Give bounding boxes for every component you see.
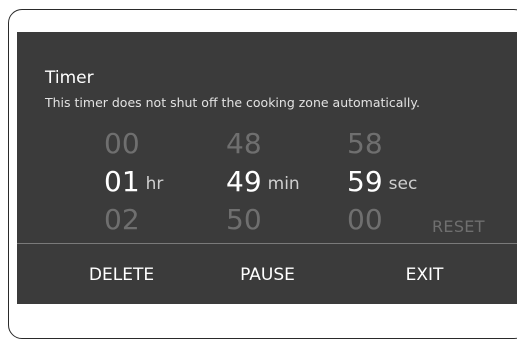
minutes-current: 49 min — [226, 166, 300, 200]
seconds-value: 59 — [347, 165, 383, 198]
hours-picker[interactable]: 00 01 hr 02 — [104, 128, 214, 240]
minutes-next-value[interactable]: 50 — [226, 204, 262, 236]
timer-description: This timer does not shut off the cooking… — [45, 95, 420, 110]
timer-screen: Timer This timer does not shut off the c… — [17, 32, 517, 304]
seconds-next-value[interactable]: 00 — [347, 204, 383, 236]
pause-button[interactable]: PAUSE — [205, 255, 330, 295]
hours-unit: hr — [145, 174, 164, 194]
exit-button[interactable]: EXIT — [362, 255, 487, 295]
hours-value: 01 — [104, 165, 140, 198]
hours-prev-value[interactable]: 00 — [104, 128, 140, 160]
minutes-picker[interactable]: 48 49 min 50 — [226, 128, 336, 240]
page-title: Timer — [45, 68, 94, 88]
hours-current: 01 hr — [104, 166, 163, 200]
seconds-current: 59 sec — [347, 166, 417, 200]
minutes-prev-value[interactable]: 48 — [226, 128, 262, 160]
hours-next-value[interactable]: 02 — [104, 204, 140, 236]
seconds-unit: sec — [388, 174, 418, 194]
reset-button[interactable]: RESET — [432, 217, 485, 236]
minutes-value: 49 — [226, 165, 262, 198]
seconds-prev-value[interactable]: 58 — [347, 128, 383, 160]
minutes-unit: min — [267, 174, 300, 194]
delete-button[interactable]: DELETE — [59, 255, 184, 295]
divider — [17, 243, 517, 244]
